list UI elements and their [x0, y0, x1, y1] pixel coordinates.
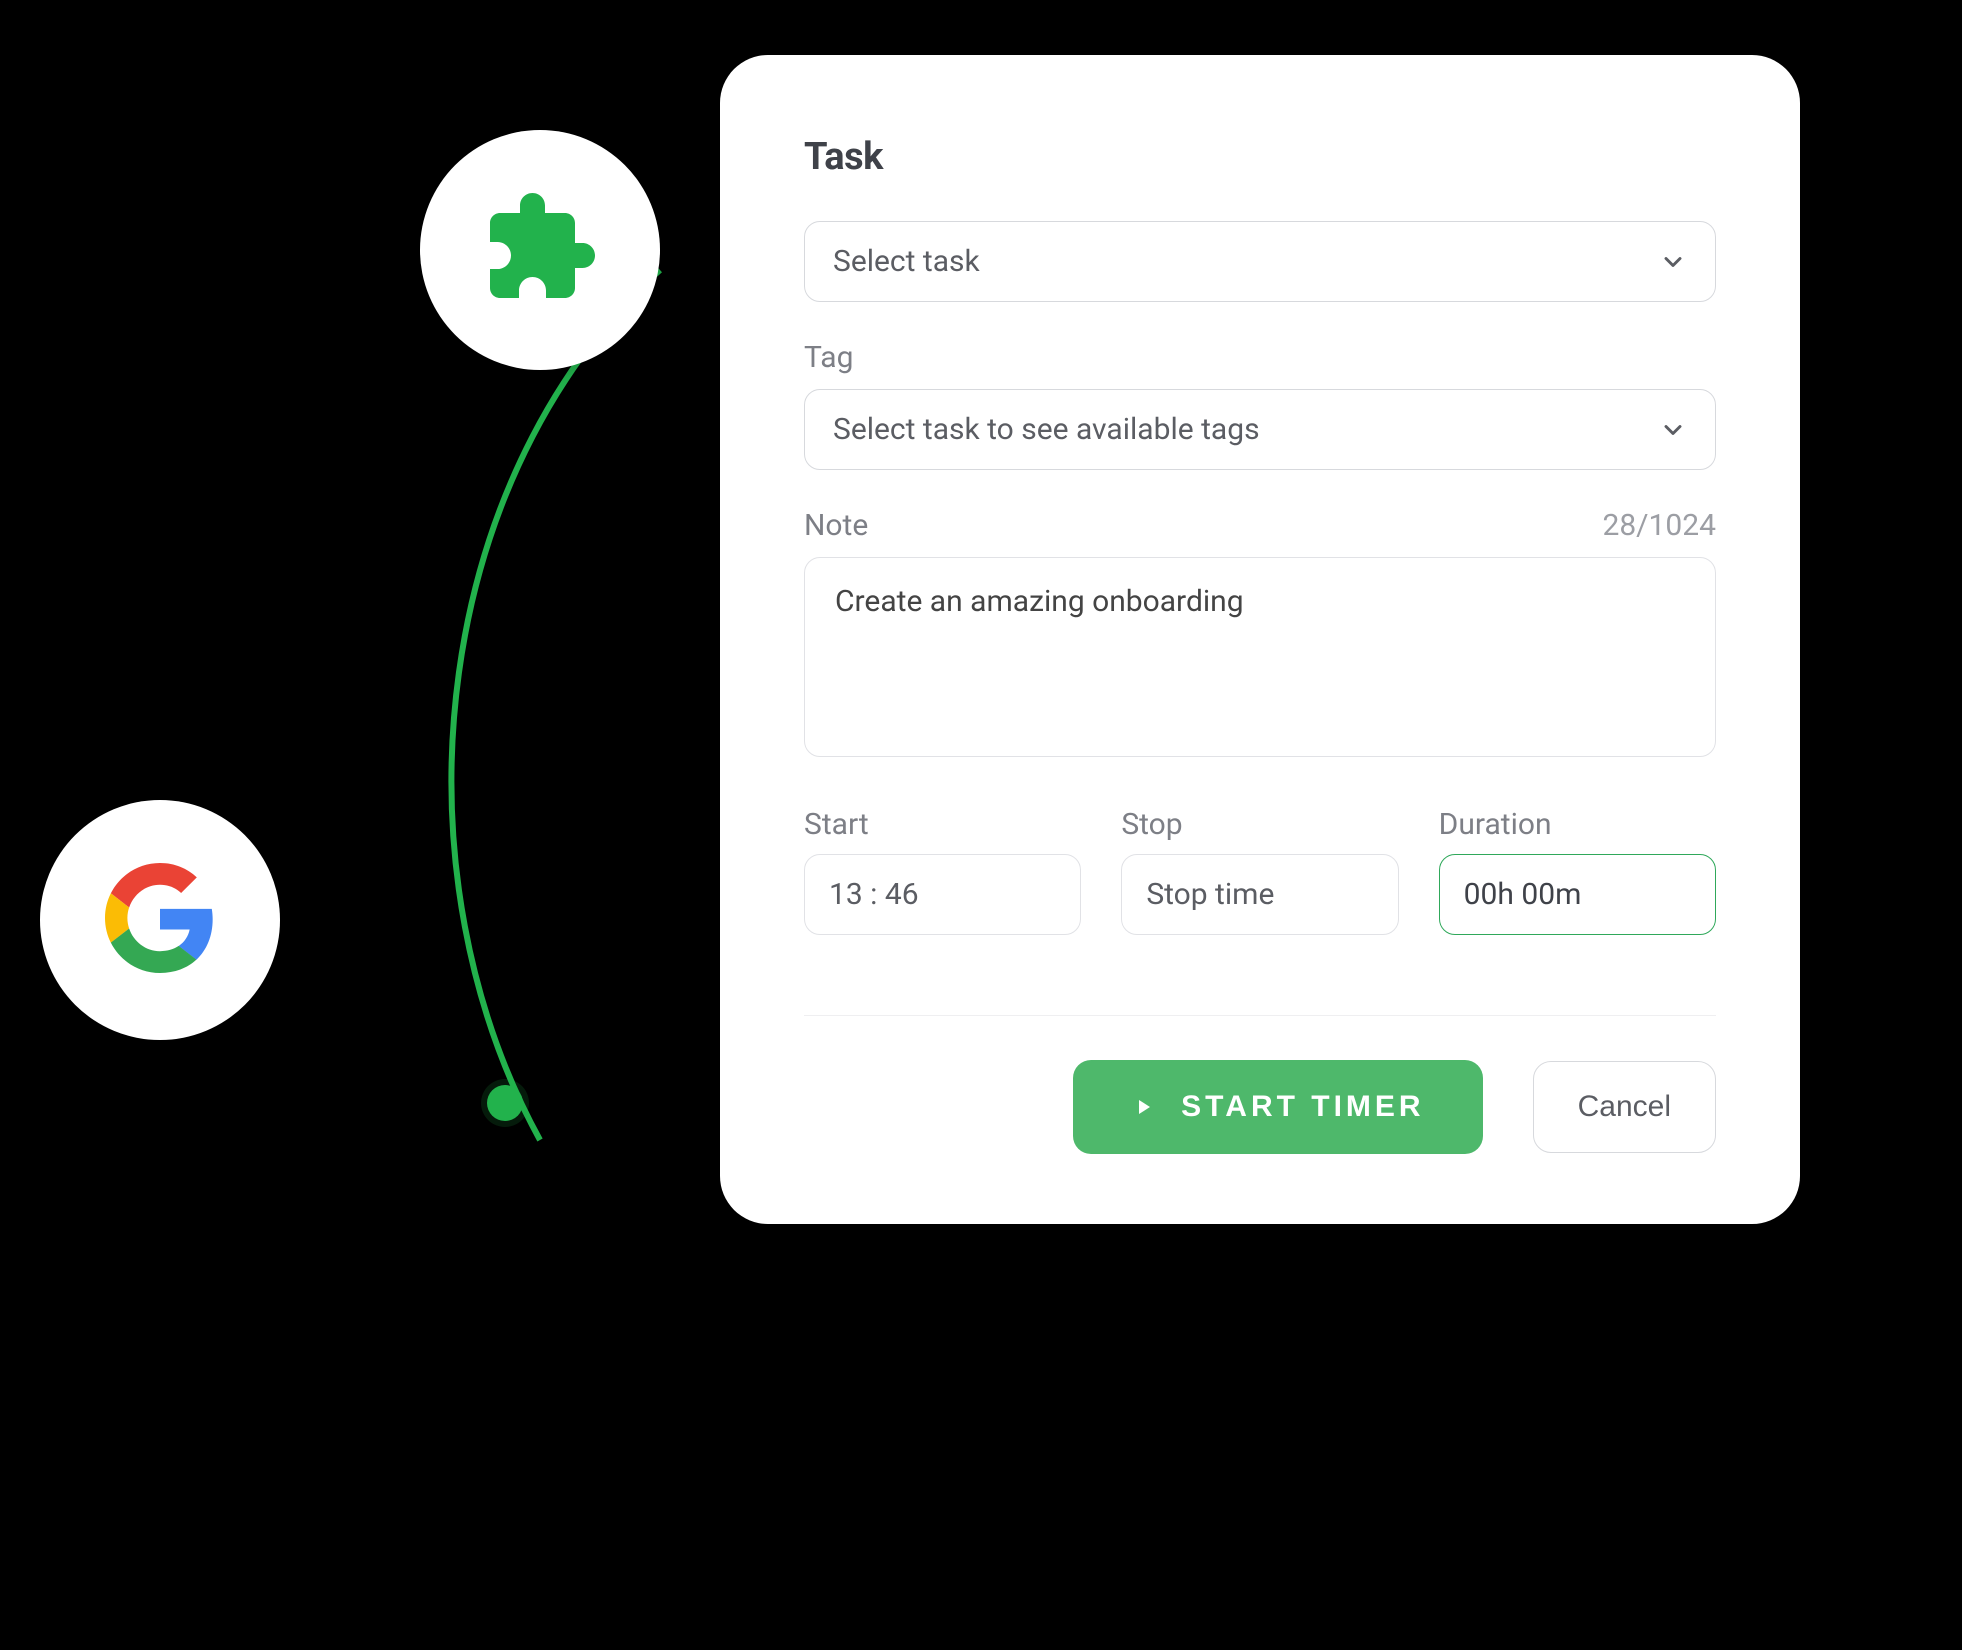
timer-panel: Task Select task Tag Select task to see …: [720, 55, 1800, 1224]
tag-select[interactable]: Select task to see available tags: [804, 389, 1716, 470]
start-label: Start: [804, 807, 869, 842]
actions-row: START TIMER Cancel: [804, 1060, 1716, 1154]
duration-label: Duration: [1439, 807, 1552, 842]
tag-label: Tag: [804, 340, 1716, 375]
panel-title: Task: [804, 135, 1716, 179]
duration-input[interactable]: 00h 00m: [1439, 854, 1716, 935]
task-select[interactable]: Select task: [804, 221, 1716, 302]
task-select-placeholder: Select task: [833, 244, 980, 279]
stop-time-input[interactable]: Stop time: [1121, 854, 1398, 935]
chevron-down-icon: [1659, 248, 1687, 276]
note-label-row: Note 28/1024: [804, 508, 1716, 543]
start-time-input[interactable]: 13 : 46: [804, 854, 1081, 935]
play-icon: [1131, 1095, 1155, 1119]
connector-dot: [487, 1085, 523, 1121]
note-char-counter: 28/1024: [1602, 508, 1716, 543]
google-bubble: [40, 800, 280, 1040]
time-row: Start 13 : 46 Stop Stop time Duration 00…: [804, 807, 1716, 935]
google-icon: [105, 863, 215, 977]
extension-bubble: [420, 130, 660, 370]
divider: [804, 1015, 1716, 1016]
note-input[interactable]: [804, 557, 1716, 757]
stop-label: Stop: [1121, 807, 1182, 842]
start-timer-button[interactable]: START TIMER: [1073, 1060, 1482, 1154]
puzzle-piece-icon: [480, 188, 600, 312]
note-label: Note: [804, 508, 868, 543]
cancel-button[interactable]: Cancel: [1533, 1061, 1716, 1153]
tag-select-placeholder: Select task to see available tags: [833, 412, 1260, 447]
chevron-down-icon: [1659, 416, 1687, 444]
